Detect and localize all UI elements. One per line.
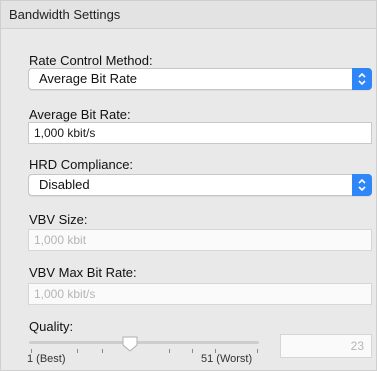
vbv-size-label: VBV Size: xyxy=(29,212,88,227)
hrd-compliance-label: HRD Compliance: xyxy=(29,157,134,172)
rate-control-popup[interactable]: Average Bit Rate xyxy=(28,68,372,90)
average-bit-rate-label: Average Bit Rate: xyxy=(29,107,131,122)
rate-control-value: Average Bit Rate xyxy=(39,71,138,86)
popup-chevron-icon xyxy=(352,174,372,196)
hrd-compliance-value: Disabled xyxy=(39,177,90,192)
quality-slider-knob[interactable] xyxy=(121,335,139,353)
vbv-size-field[interactable]: 1,000 kbit xyxy=(28,229,372,251)
bandwidth-settings-panel: Bandwidth Settings Rate Control Method: … xyxy=(0,0,377,371)
vbv-max-bit-rate-label: VBV Max Bit Rate: xyxy=(29,265,137,280)
quality-slider-track[interactable] xyxy=(29,341,259,344)
hrd-compliance-popup[interactable]: Disabled xyxy=(28,174,372,196)
popup-chevron-icon xyxy=(352,68,372,90)
quality-field[interactable]: 23 xyxy=(280,334,372,358)
quality-label: Quality: xyxy=(29,319,74,334)
slider-tick xyxy=(169,349,170,353)
rate-control-label: Rate Control Method: xyxy=(29,53,153,68)
slider-tick xyxy=(102,349,103,353)
panel-title: Bandwidth Settings xyxy=(1,1,376,29)
slider-tick xyxy=(257,349,258,353)
slider-tick xyxy=(77,349,78,353)
quality-min-label: 1 (Best) xyxy=(27,353,66,365)
average-bit-rate-field[interactable]: 1,000 kbit/s xyxy=(28,122,372,144)
slider-tick xyxy=(192,349,193,353)
quality-max-label: 51 (Worst) xyxy=(201,353,253,365)
vbv-max-bit-rate-field[interactable]: 1,000 kbit/s xyxy=(28,283,372,305)
